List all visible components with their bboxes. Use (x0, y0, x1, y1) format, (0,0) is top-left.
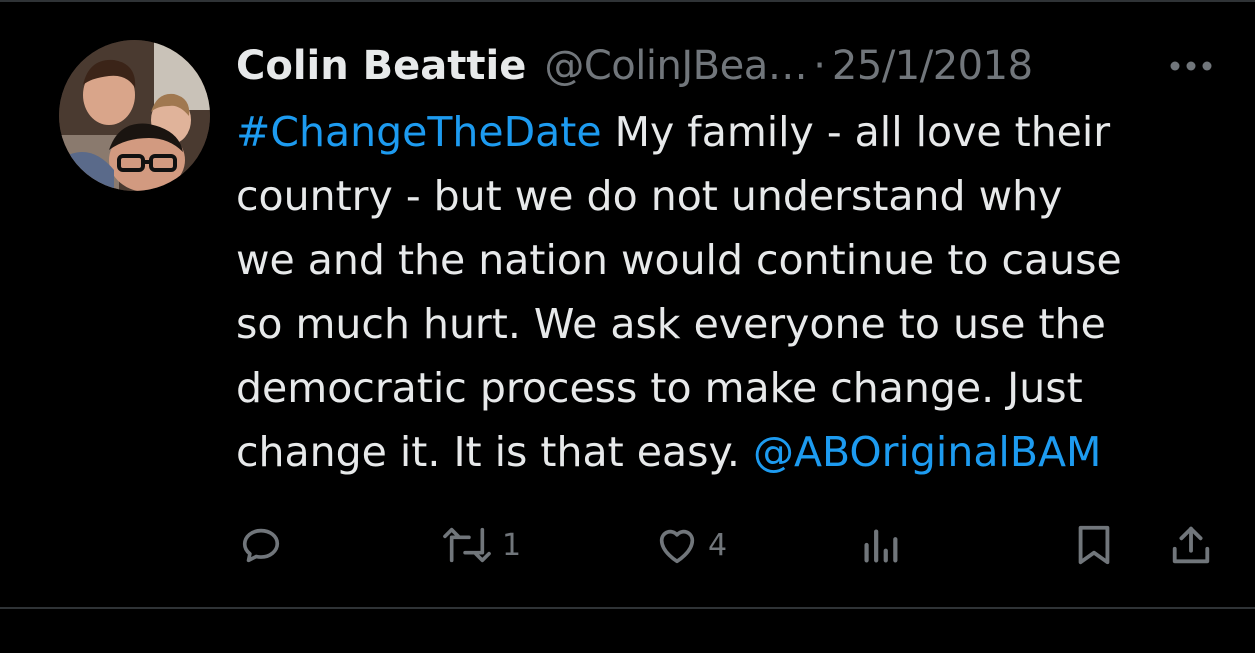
tweet-body: My family - all love their country - but… (236, 108, 1122, 476)
tweet-date[interactable]: 25/1/2018 (832, 36, 1033, 96)
views-chart-icon (864, 529, 898, 563)
avatar[interactable] (59, 40, 210, 191)
more-horizontal-icon (1170, 61, 1212, 71)
author-display-name[interactable]: Colin Beattie (236, 36, 526, 96)
retweet-icon (443, 527, 491, 563)
views-button[interactable] (860, 515, 900, 575)
mention-link[interactable]: @ABOriginalBAM (753, 428, 1101, 476)
like-count: 4 (708, 527, 728, 563)
hashtag-link[interactable]: #ChangeTheDate (236, 108, 602, 156)
bookmark-icon (1078, 525, 1110, 565)
tweet[interactable]: Colin Beattie @ColinJBea… · 25/1/2018 #C… (0, 0, 1255, 607)
reply-button[interactable] (238, 515, 284, 575)
action-bar: 1 4 (0, 515, 1255, 575)
bottom-divider (0, 607, 1255, 609)
retweet-button[interactable]: 1 (440, 515, 521, 575)
reply-icon (242, 528, 280, 563)
share-button[interactable] (1168, 515, 1214, 575)
tweet-header: Colin Beattie @ColinJBea… · 25/1/2018 (236, 36, 1033, 96)
retweet-count: 1 (502, 527, 522, 563)
author-handle[interactable]: @ColinJBea… (544, 36, 807, 96)
header-separator: · (813, 43, 826, 89)
tweet-text: #ChangeTheDate My family - all love thei… (236, 100, 1236, 484)
profile-photo (59, 40, 210, 191)
share-icon (1172, 526, 1210, 564)
heart-icon (659, 529, 695, 564)
more-options-button[interactable] (1166, 54, 1216, 78)
like-button[interactable]: 4 (654, 515, 727, 575)
bookmark-button[interactable] (1072, 515, 1116, 575)
